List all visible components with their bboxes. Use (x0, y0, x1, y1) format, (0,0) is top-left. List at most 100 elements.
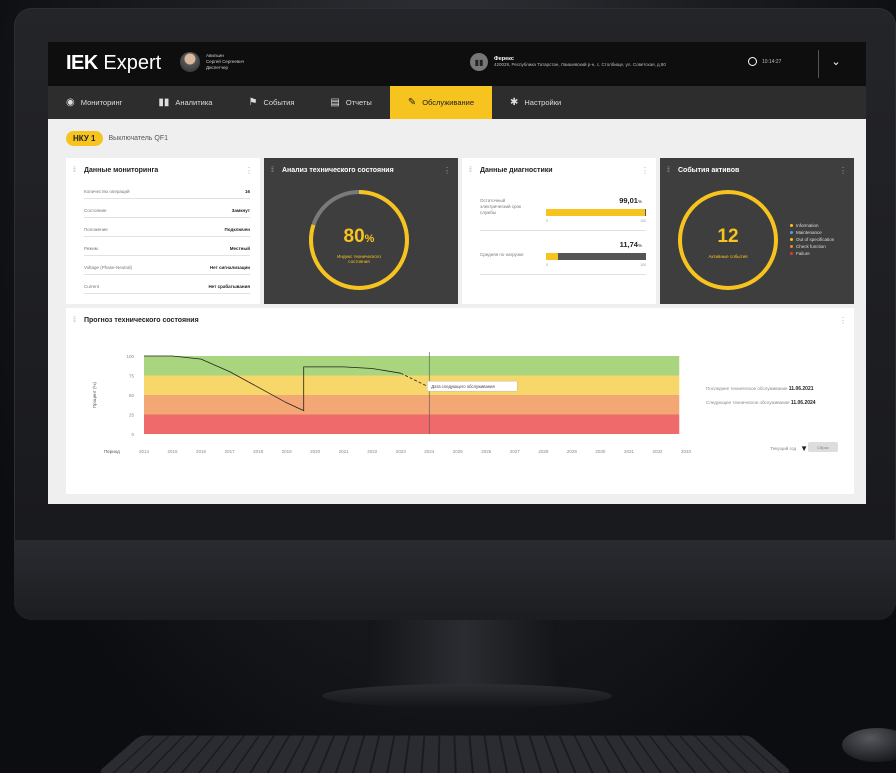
x-tick-label: 2020 (310, 449, 321, 454)
x-axis-label: Период (104, 449, 120, 454)
chart-band (144, 414, 680, 434)
list-item: Количество операций 16 (84, 184, 250, 199)
y-tick-label: 0 (131, 432, 134, 437)
list-item: Положение Подключен (84, 222, 250, 237)
legend-label: Maintenance (796, 230, 822, 235)
row-label: Положение (84, 226, 108, 232)
gauge-caption: Индекс технического состояния (337, 254, 381, 264)
diag-number: 11,74 (619, 240, 638, 249)
breadcrumb-badge[interactable]: НКУ 1 (66, 131, 103, 146)
chart-band (144, 395, 680, 415)
divider (480, 230, 646, 231)
chevron-down-icon[interactable]: ⌄ (828, 55, 844, 71)
year-filter[interactable]: Текущий год ▼ (770, 444, 808, 453)
more-options-icon[interactable]: ⋮ (641, 166, 649, 175)
x-tick-label: 2033 (681, 449, 692, 454)
clock-icon (748, 57, 757, 66)
last-service: Последнее техническое обслуживание 11.06… (706, 386, 814, 392)
y-tick-label: 25 (129, 413, 135, 418)
x-tick-label: 2016 (196, 449, 207, 454)
list-item: Voltage (Phase-Neutral) Нет сигнализации (84, 260, 250, 275)
events-card: ⁞⁞ События активов ⋮ 12 Активные события… (660, 158, 854, 304)
app-logo[interactable]: IEK Expert (66, 52, 161, 75)
x-tick-label: 2017 (225, 449, 236, 454)
tab-settings[interactable]: ✱ Настройки (492, 86, 579, 119)
progress-fill (546, 253, 558, 260)
monitor-chin (14, 540, 896, 620)
tab-monitoring[interactable]: ◉ Мониторинг (48, 86, 140, 119)
row-label: Voltage (Phase-Neutral) (84, 264, 133, 270)
diag-unit: % (637, 243, 642, 248)
tab-reports[interactable]: ▤ Отчеты (312, 86, 389, 119)
row-value: 16 (244, 188, 250, 194)
org-selector[interactable]: ▮▮ Ферекс 420029, Республика Татарстан, … (470, 53, 666, 71)
org-address: 420029, Республика Татарстан, Лаишевский… (494, 62, 666, 67)
tab-analytics[interactable]: ▮▮ Аналитика (140, 86, 230, 119)
legend-item[interactable]: Out of specification (790, 236, 834, 243)
legend-dot (790, 245, 793, 248)
card-title: Данные мониторинга (84, 167, 159, 174)
row-label: Количество операций (84, 188, 130, 194)
card-title: Данные диагностики (480, 167, 553, 174)
y-tick-label: 50 (129, 393, 135, 398)
gauge-unit: % (364, 233, 375, 245)
diag-value: 99,01% (619, 196, 642, 205)
legend-dot (790, 238, 793, 241)
tab-label: Настройки (524, 98, 562, 107)
tab-label: Отчеты (345, 98, 372, 107)
x-tick-label: 2030 (595, 449, 606, 454)
product-name: Expert (103, 52, 162, 74)
bar-chart-icon: ▮▮ (158, 97, 170, 108)
monitor-stand-base (322, 684, 612, 708)
user-menu[interactable]: Авильин Сергей Сергеевич Диспетчер (180, 52, 244, 72)
x-tick-label: 2027 (510, 449, 521, 454)
next-service-date: 11.06.2024 (790, 400, 816, 406)
row-value: Местный (229, 245, 250, 251)
legend-item[interactable]: Check function (790, 243, 834, 250)
breadcrumb: НКУ 1 Выключатель QF1 (66, 131, 168, 146)
x-tick-label: 2026 (481, 449, 492, 454)
legend-item[interactable]: Maintenance (790, 229, 834, 236)
x-tick-label: 2018 (253, 449, 264, 454)
progress-scale: 0 100 (546, 219, 646, 223)
diagnostics-card: ⁞⁞ Данные диагностики ⋮ Остаточный элект… (462, 158, 656, 304)
clock-time: 10:14:27 (762, 58, 782, 65)
x-tick-label: 2023 (396, 449, 407, 454)
events-count: 12 (717, 226, 739, 247)
clock: 10:14:27 (748, 57, 781, 66)
legend-label: Out of specification (796, 237, 835, 242)
chart-band (144, 356, 680, 376)
user-role: Диспетчер (206, 65, 229, 70)
progress-scale: 0 100 (546, 263, 646, 267)
flag-icon: ⚑ (248, 97, 258, 108)
x-tick-label: 2014 (139, 449, 150, 454)
filter-label: Текущий год (770, 446, 797, 451)
drag-handle-icon[interactable]: ⁞⁞ (469, 167, 472, 174)
scale-max: 100 (640, 263, 646, 267)
list-item: Режим Местный (84, 241, 250, 256)
drag-handle-icon[interactable]: ⁞⁞ (73, 167, 76, 174)
filter-icon: ▼ (800, 444, 808, 453)
row-value: Нет сигнализации (209, 264, 250, 270)
x-tick-label: 2032 (652, 449, 663, 454)
legend-item[interactable]: Information (790, 222, 834, 229)
x-tick-label: 2028 (538, 449, 549, 454)
last-service-label: Последнее техническое обслуживание (706, 386, 788, 391)
more-options-icon[interactable]: ⋮ (839, 316, 847, 325)
wrench-icon: ✎ (407, 97, 417, 108)
gauge-value: 80% (309, 226, 409, 248)
main-nav: ◉ Мониторинг ▮▮ Аналитика ⚑ События ▤ Отчеты… (48, 86, 866, 119)
x-tick-label: 2022 (367, 449, 378, 454)
reset-button[interactable]: Сброс (808, 442, 838, 452)
legend-item[interactable]: Failure (790, 250, 834, 257)
breadcrumb-item[interactable]: Выключатель QF1 (109, 135, 169, 142)
diag-label: Остаточный электрический срок службы (480, 198, 521, 215)
x-tick-label: 2031 (624, 449, 635, 454)
tab-events[interactable]: ⚑ События (230, 86, 312, 119)
row-label: Состояние (84, 207, 107, 213)
events-legend: Information Maintenance Out of specifica… (790, 222, 834, 257)
tab-maintenance[interactable]: ✎ Обслуживание (389, 86, 492, 119)
more-options-icon[interactable]: ⋮ (245, 166, 253, 175)
next-service: Следующее техническое обслуживание 11.06… (706, 400, 816, 406)
tech-state-card: ⁞⁞ Анализ технического состояния ⋮ 80% И… (264, 158, 458, 304)
